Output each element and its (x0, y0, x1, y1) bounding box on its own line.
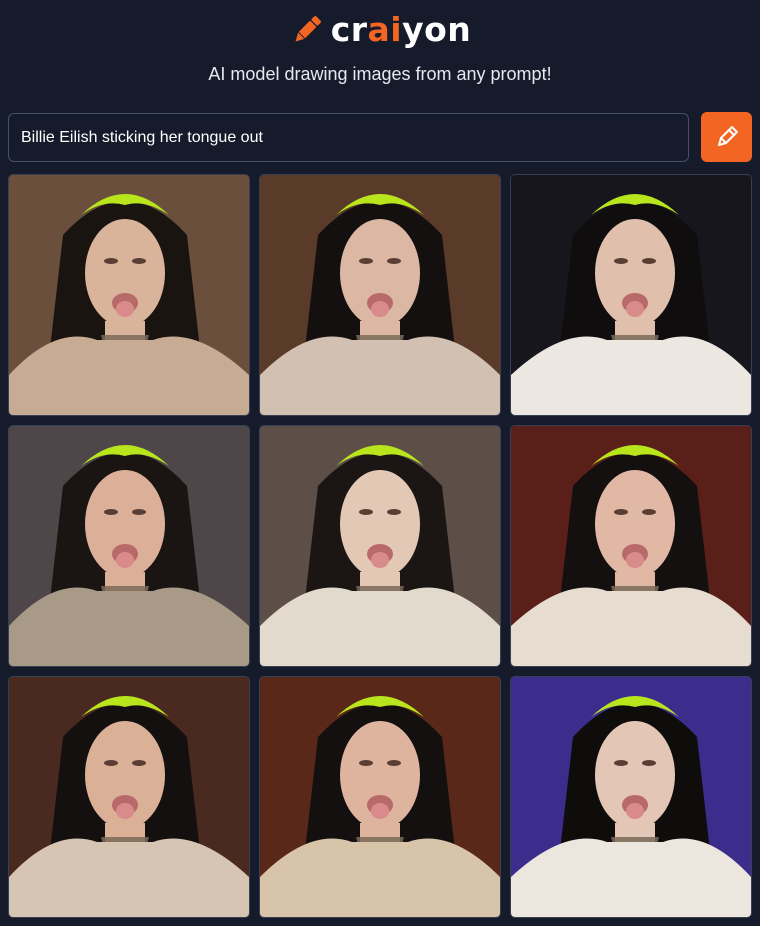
pencil-logo-icon (295, 15, 321, 41)
generated-image-illustration (260, 677, 500, 917)
pencil-icon (717, 126, 738, 146)
logo-text: craiyon (330, 10, 472, 49)
generated-image[interactable] (510, 174, 752, 416)
generated-image-illustration (511, 677, 751, 917)
generated-image-illustration (511, 175, 751, 415)
generated-image-illustration (9, 175, 249, 415)
generated-image-illustration (9, 426, 249, 666)
image-grid (8, 174, 752, 918)
generated-image-illustration (260, 175, 500, 415)
generated-image[interactable] (259, 174, 501, 416)
draw-button[interactable] (701, 112, 752, 162)
generated-image-illustration (260, 426, 500, 666)
header: craiyon AI model drawing images from any… (0, 0, 760, 112)
generated-image[interactable] (8, 676, 250, 918)
generated-image-illustration (511, 426, 751, 666)
tagline: AI model drawing images from any prompt! (208, 64, 552, 84)
prompt-input[interactable] (8, 113, 689, 162)
generated-image-illustration (9, 677, 249, 917)
generated-image[interactable] (8, 174, 250, 416)
generated-image[interactable] (510, 676, 752, 918)
craiyon-logo[interactable]: craiyon (0, 10, 760, 49)
generated-image[interactable] (510, 425, 752, 667)
generated-image[interactable] (259, 676, 501, 918)
generated-image[interactable] (8, 425, 250, 667)
generated-image[interactable] (259, 425, 501, 667)
